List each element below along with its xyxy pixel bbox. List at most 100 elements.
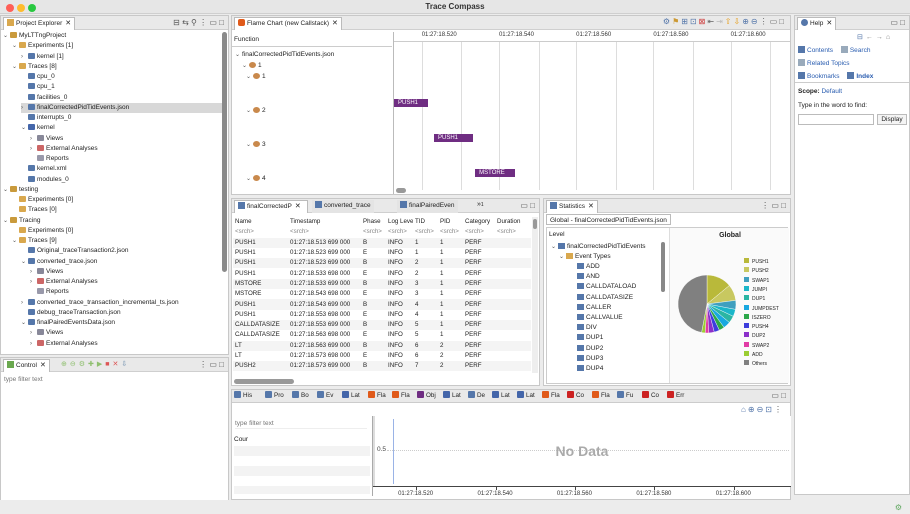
column-header[interactable]: PID <box>438 217 463 227</box>
table-row[interactable]: PUSH2 01:27:18.573 699 000 B INFO 7 2 PERF <box>233 361 531 372</box>
tree-item[interactable]: ⌄ Event Types <box>559 252 611 262</box>
chevron-down-icon[interactable]: ⌄ <box>21 123 28 133</box>
pie-slice-others[interactable] <box>677 274 708 333</box>
analysis-tab[interactable]: Lat <box>443 390 461 402</box>
table-row[interactable]: LT 01:27:18.573 698 000 E INFO 6 2 PERF <box>233 351 531 361</box>
tab-overflow-button[interactable]: »1 <box>477 201 484 208</box>
minimize-window-icon[interactable] <box>17 4 25 12</box>
chevron-down-icon[interactable]: ⌄ <box>21 257 28 267</box>
tree-item[interactable]: ⌄ Traces [8] <box>12 62 224 72</box>
tab-events-1[interactable]: finalCorrectedP ✕ <box>234 200 308 213</box>
tree-item[interactable]: Experiments [0] <box>12 226 224 236</box>
bookmark-icon[interactable]: ⊡ <box>690 17 699 26</box>
stop-icon[interactable]: ■ <box>105 361 112 368</box>
tree-item[interactable]: › Views <box>30 328 224 338</box>
tree-item[interactable]: › External Analyses <box>30 144 224 154</box>
chevron-down-icon[interactable]: ⌄ <box>551 242 558 252</box>
tree-item[interactable]: › kernel [1] <box>21 52 224 62</box>
analysis-tab[interactable]: Obj <box>417 390 436 402</box>
tree-item[interactable]: Reports <box>30 349 224 350</box>
flame-event-box[interactable]: PUSH1 <box>394 99 428 107</box>
chevron-right-icon[interactable]: › <box>30 328 37 338</box>
tab-events-2[interactable]: converted_trace <box>312 200 374 213</box>
column-header[interactable]: Category <box>463 217 495 227</box>
forward-icon[interactable]: → <box>876 34 886 41</box>
events-vertical-scrollbar[interactable] <box>532 217 538 373</box>
analysis-tab[interactable]: Fla <box>542 390 560 402</box>
tree-item[interactable]: DUP3 <box>577 354 603 364</box>
column-header[interactable]: Duration <box>495 217 531 227</box>
chevron-right-icon[interactable]: › <box>21 52 28 62</box>
close-tab-icon[interactable]: ✕ <box>40 362 46 369</box>
maximize-icon[interactable]: □ <box>219 18 224 27</box>
tree-item[interactable]: AND <box>577 272 600 282</box>
scroll-thumb[interactable] <box>533 219 537 229</box>
table-row[interactable]: PUSH1 01:27:18.533 698 000 E INFO 2 1 PERF <box>233 268 531 278</box>
column-header[interactable]: Timestamp <box>288 217 361 227</box>
tab-events-3[interactable]: finalPairedEven <box>397 200 458 213</box>
tree-item[interactable]: ⌄ 4 <box>246 174 266 184</box>
tree-item[interactable]: Traces [0] <box>12 205 224 215</box>
home-icon[interactable]: ⌂ <box>741 405 748 414</box>
analysis-tab[interactable]: Fla <box>368 390 386 402</box>
tree-item[interactable]: ⌄ 1 <box>242 61 262 71</box>
tree-item[interactable]: ⌄ converted_trace.json <box>21 257 224 267</box>
tree-item[interactable]: CALLER <box>577 303 611 313</box>
chevron-right-icon[interactable]: › <box>30 267 37 277</box>
chevron-down-icon[interactable]: ⌄ <box>3 185 10 195</box>
chevron-down-icon[interactable]: ⌄ <box>3 216 10 226</box>
close-tab-icon[interactable]: ✕ <box>588 203 594 210</box>
analysis-tab[interactable]: Co <box>567 390 584 402</box>
view-menu-icon[interactable]: ⋮ <box>760 17 770 26</box>
column-header[interactable]: Log Level <box>386 217 413 227</box>
analysis-tab[interactable]: De <box>468 390 485 402</box>
zoom-window-icon[interactable] <box>28 4 36 12</box>
analysis-tab[interactable]: Lat <box>492 390 510 402</box>
tree-item[interactable]: ⌄ 1 <box>246 72 266 82</box>
tree-item[interactable]: ⌄ Tracing <box>3 216 224 226</box>
minimize-icon[interactable]: ▭ <box>209 360 217 369</box>
search-cell[interactable]: <srch> <box>288 227 361 237</box>
filter-icon[interactable]: ⚲ <box>191 18 197 27</box>
chevron-right-icon[interactable]: › <box>30 144 37 154</box>
analysis-tab[interactable]: Lat <box>342 390 360 402</box>
tree-item[interactable]: › Views <box>30 134 224 144</box>
events-horizontal-scrollbar[interactable] <box>234 379 294 384</box>
table-row[interactable]: PUSH1 01:27:18.553 698 000 E INFO 4 1 PERF <box>233 310 531 320</box>
table-row[interactable]: PUSH1 01:27:18.543 699 000 B INFO 4 1 PERF <box>233 299 531 310</box>
session-icon[interactable]: ⚙ <box>79 361 88 368</box>
project-tree-scrollbar[interactable] <box>222 32 227 272</box>
chevron-down-icon[interactable]: ⌄ <box>12 236 19 246</box>
tree-item[interactable]: CALLVALUE <box>577 313 623 323</box>
tree-item[interactable]: ⌄ 3 <box>246 140 266 150</box>
tree-item[interactable]: ⌄ 2 <box>246 106 266 116</box>
search-cell[interactable]: <srch> <box>463 227 495 237</box>
next-event-icon[interactable]: ⇩ <box>733 17 742 26</box>
tree-item[interactable]: cpu_0 <box>21 72 224 82</box>
maximize-icon[interactable]: □ <box>781 391 786 400</box>
analysis-tab[interactable]: Ev <box>317 390 333 402</box>
close-tab-icon[interactable]: ✕ <box>65 20 71 27</box>
import-icon[interactable]: ⇩ <box>121 361 130 368</box>
chevron-right-icon[interactable]: › <box>21 103 28 113</box>
minimize-icon[interactable]: ▭ <box>890 18 898 27</box>
zoom-in-icon[interactable]: ⊕ <box>748 405 757 414</box>
tree-item[interactable]: Reports <box>30 287 224 297</box>
flame-event-box[interactable]: PUSH1 <box>433 134 474 142</box>
column-header[interactable]: TID <box>413 217 438 227</box>
collapse-all-icon[interactable]: ⊟ <box>173 18 180 27</box>
tree-item[interactable]: › finalCorrectedPidTidEvents.json <box>21 102 224 113</box>
tree-item[interactable]: interrupts_0 <box>21 113 224 123</box>
sort-icon[interactable]: ⊞ <box>681 17 690 26</box>
tree-item[interactable]: ⌄ finalCorrectedPidTidEvents.json <box>235 50 334 60</box>
chevron-down-icon[interactable]: ⌄ <box>21 318 28 328</box>
tab-project-explorer[interactable]: Project Explorer ✕ <box>3 17 76 30</box>
tree-item[interactable]: DUP2 <box>577 344 603 354</box>
index-search-input[interactable] <box>798 114 874 125</box>
zoom-out-icon[interactable]: ⊖ <box>751 17 760 26</box>
minimize-icon[interactable]: ▭ <box>771 201 779 210</box>
chevron-down-icon[interactable]: ⌄ <box>246 174 253 184</box>
scope-link[interactable]: Default <box>821 88 842 95</box>
tree-item[interactable]: Reports <box>30 154 224 164</box>
analysis-tab[interactable]: Co <box>642 390 659 402</box>
